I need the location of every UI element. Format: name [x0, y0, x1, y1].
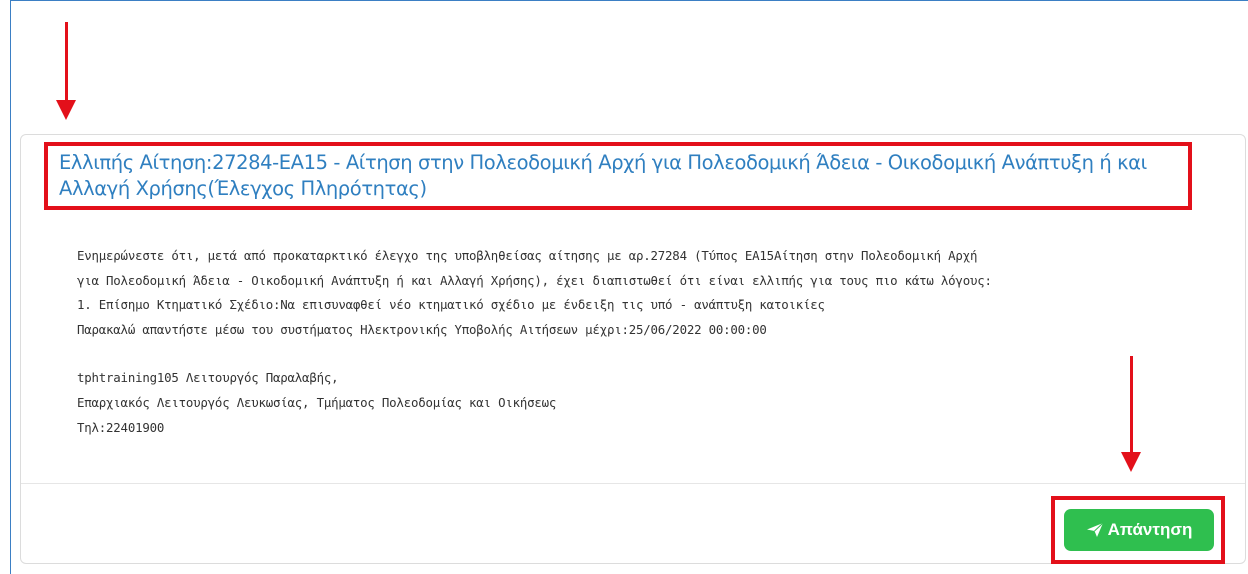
message-line: Παρακαλώ απαντήστε μέσω του συστήματος Η… — [77, 321, 767, 337]
paper-plane-icon — [1086, 522, 1104, 538]
panel-footer-divider — [21, 483, 1245, 484]
signature-line: tphtraining105 Λειτουργός Παραλαβής, — [77, 370, 339, 386]
notice-title: Ελλιπής Αίτηση:27284-ΕΑ15 - Αίτηση στην … — [59, 151, 1147, 200]
annotation-arrow-down-icon — [56, 22, 76, 122]
notice-message: Ενημερώνεστε ότι, μετά από προκαταρκτικό… — [77, 244, 1237, 440]
annotation-arrow-down-icon — [1121, 356, 1141, 476]
signature-line: Επαρχιακός Λειτουργός Λευκωσίας, Τμήματο… — [77, 394, 557, 410]
message-line: για Πολεοδομική Άδεια - Οικοδομική Ανάπτ… — [77, 272, 992, 288]
message-line: Ενημερώνεστε ότι, μετά από προκαταρκτικό… — [77, 248, 978, 263]
reply-button[interactable]: Απάντηση — [1064, 509, 1214, 551]
frame-border-top — [10, 0, 1248, 1]
reply-button-label: Απάντηση — [1107, 520, 1193, 539]
frame-border-left — [10, 0, 11, 574]
signature-line: Τηλ:22401900 — [77, 419, 165, 435]
message-line: 1. Επίσημο Κτηματικό Σχέδιο:Να επισυναφθ… — [77, 297, 825, 313]
